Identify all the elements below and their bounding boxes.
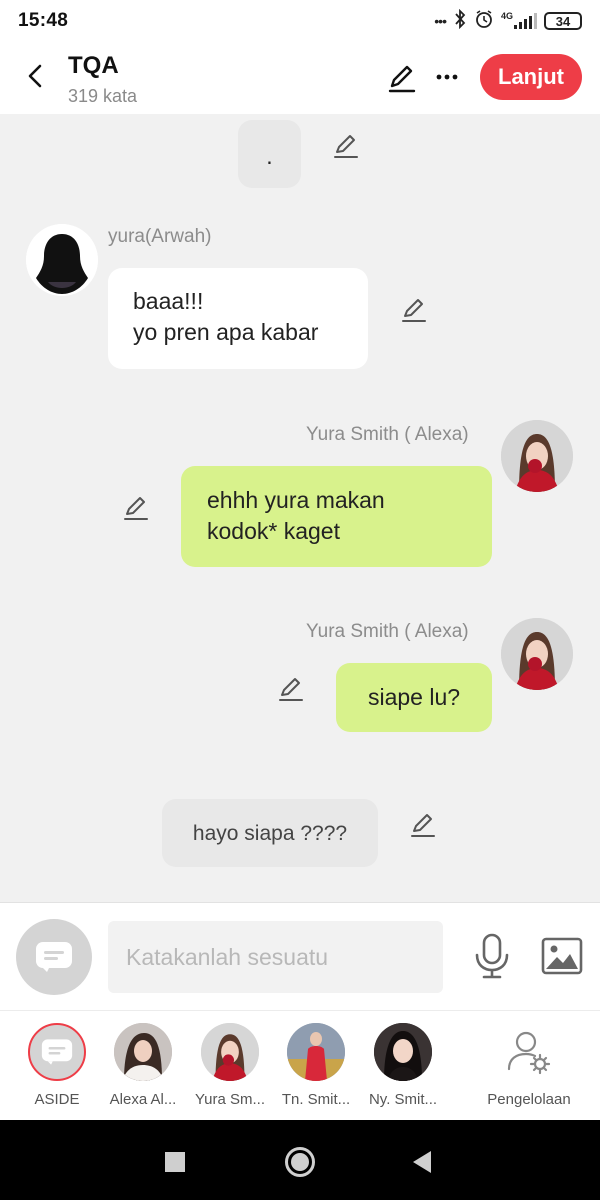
message-line: yo pren apa kabar xyxy=(133,319,319,345)
sender-name: Yura Smith ( Alexa) xyxy=(306,424,469,445)
character-selector: ASIDE Alexa Al... Yura Sm... Tn. Smit...… xyxy=(0,1010,600,1120)
character-label: ASIDE xyxy=(34,1091,80,1108)
aside-avatar xyxy=(28,1023,86,1081)
pencil-icon xyxy=(388,65,416,93)
square-icon xyxy=(165,1152,185,1172)
pencil-icon xyxy=(334,135,358,158)
edit-message-button[interactable] xyxy=(409,811,437,839)
character-tn-smith[interactable]: Tn. Smit... xyxy=(273,1023,359,1119)
silhouette-avatar-icon xyxy=(26,224,98,296)
character-avatar xyxy=(201,1023,259,1081)
more-options-button[interactable] xyxy=(432,62,462,92)
edit-message-button[interactable] xyxy=(332,132,360,160)
aside-toggle-button[interactable] xyxy=(16,919,92,995)
microphone-button[interactable] xyxy=(474,933,510,979)
portrait-avatar-icon xyxy=(287,1023,345,1081)
message-bubble[interactable]: ehhh yura makan kodok* kaget xyxy=(181,466,492,567)
character-avatar xyxy=(374,1023,432,1081)
character-label: Yura Sm... xyxy=(194,1091,266,1108)
manage-characters-button[interactable]: Pengelolaan xyxy=(480,1023,578,1119)
character-avatar xyxy=(287,1023,345,1081)
chat-screen: 15:48 ••• 4G 34 TQA 319 kata Lanjut . yu… xyxy=(0,0,600,1200)
avatar-yura-smith[interactable] xyxy=(501,420,573,492)
story-title: TQA xyxy=(68,52,119,79)
status-bar: 15:48 ••• 4G 34 xyxy=(0,0,600,42)
character-yura-smith[interactable]: Yura Sm... xyxy=(187,1023,273,1119)
manage-avatar xyxy=(500,1023,558,1081)
pencil-icon xyxy=(402,299,426,322)
recent-apps-button[interactable] xyxy=(157,1144,193,1180)
character-ny-smith[interactable]: Ny. Smit... xyxy=(360,1023,446,1119)
signal-icon xyxy=(514,13,537,29)
insert-image-button[interactable] xyxy=(541,937,583,975)
word-count: 319 kata xyxy=(68,86,138,106)
more-notifications-icon: ••• xyxy=(434,13,447,29)
back-button[interactable] xyxy=(20,58,50,94)
edit-message-button[interactable] xyxy=(122,494,150,522)
battery-icon: 34 xyxy=(544,12,582,30)
pencil-icon xyxy=(124,497,148,520)
edit-title-button[interactable] xyxy=(386,62,418,94)
home-circle-icon xyxy=(285,1147,315,1177)
bluetooth-icon xyxy=(453,8,467,33)
portrait-avatar-icon xyxy=(501,618,573,690)
chat-area[interactable]: . yura(Arwah) baaa!!! yo pren apa kabar xyxy=(0,114,600,902)
input-bar xyxy=(0,902,600,1010)
system-navigation-bar xyxy=(0,1120,600,1200)
character-avatar xyxy=(114,1023,172,1081)
chat-bubble-icon xyxy=(41,1039,73,1065)
next-button[interactable]: Lanjut xyxy=(480,54,582,100)
sender-name: Yura Smith ( Alexa) xyxy=(306,621,469,642)
message-line: baaa!!! xyxy=(133,288,204,314)
character-label: Ny. Smit... xyxy=(368,1091,438,1108)
portrait-avatar-icon xyxy=(201,1023,259,1081)
header: TQA 319 kata Lanjut xyxy=(0,42,600,114)
back-arrow-icon xyxy=(28,64,42,88)
system-back-button[interactable] xyxy=(404,1144,440,1180)
narration-bubble[interactable]: hayo siapa ???? xyxy=(162,799,378,867)
avatar-yura-arwah[interactable] xyxy=(26,224,98,296)
edit-message-button[interactable] xyxy=(400,296,428,324)
message-line: kodok* kaget xyxy=(207,518,340,544)
triangle-back-icon xyxy=(413,1151,431,1173)
character-label: Tn. Smit... xyxy=(281,1091,351,1108)
portrait-avatar-icon xyxy=(114,1023,172,1081)
character-label: Alexa Al... xyxy=(109,1091,177,1108)
alarm-icon xyxy=(474,9,494,33)
portrait-avatar-icon xyxy=(501,420,573,492)
edit-message-button[interactable] xyxy=(277,675,305,703)
pencil-icon xyxy=(411,814,435,837)
home-button[interactable] xyxy=(282,1144,318,1180)
message-text: siape lu? xyxy=(367,684,461,710)
more-dots-icon xyxy=(436,74,458,80)
sender-name: yura(Arwah) xyxy=(108,226,212,247)
character-label: Pengelolaan xyxy=(487,1091,571,1108)
narration-bubble[interactable]: . xyxy=(238,120,301,188)
microphone-icon xyxy=(475,933,509,979)
message-text: hayo siapa ???? xyxy=(192,821,348,845)
message-input[interactable] xyxy=(108,921,443,993)
avatar-yura-smith[interactable] xyxy=(501,618,573,690)
chat-bubble-icon xyxy=(36,942,72,972)
character-alexa[interactable]: Alexa Al... xyxy=(100,1023,186,1119)
message-bubble[interactable]: siape lu? xyxy=(336,663,492,732)
message-bubble[interactable]: baaa!!! yo pren apa kabar xyxy=(108,268,368,369)
pencil-icon xyxy=(279,678,303,701)
status-icons: ••• 4G 34 xyxy=(434,8,582,33)
message-line: ehhh yura makan xyxy=(207,487,385,513)
portrait-avatar-icon xyxy=(374,1023,432,1081)
network-type-label: 4G xyxy=(500,11,513,21)
user-settings-icon xyxy=(507,1031,551,1075)
status-time: 15:48 xyxy=(18,10,69,31)
image-icon xyxy=(541,937,583,975)
character-aside[interactable]: ASIDE xyxy=(14,1023,100,1119)
message-text: . xyxy=(266,142,273,169)
